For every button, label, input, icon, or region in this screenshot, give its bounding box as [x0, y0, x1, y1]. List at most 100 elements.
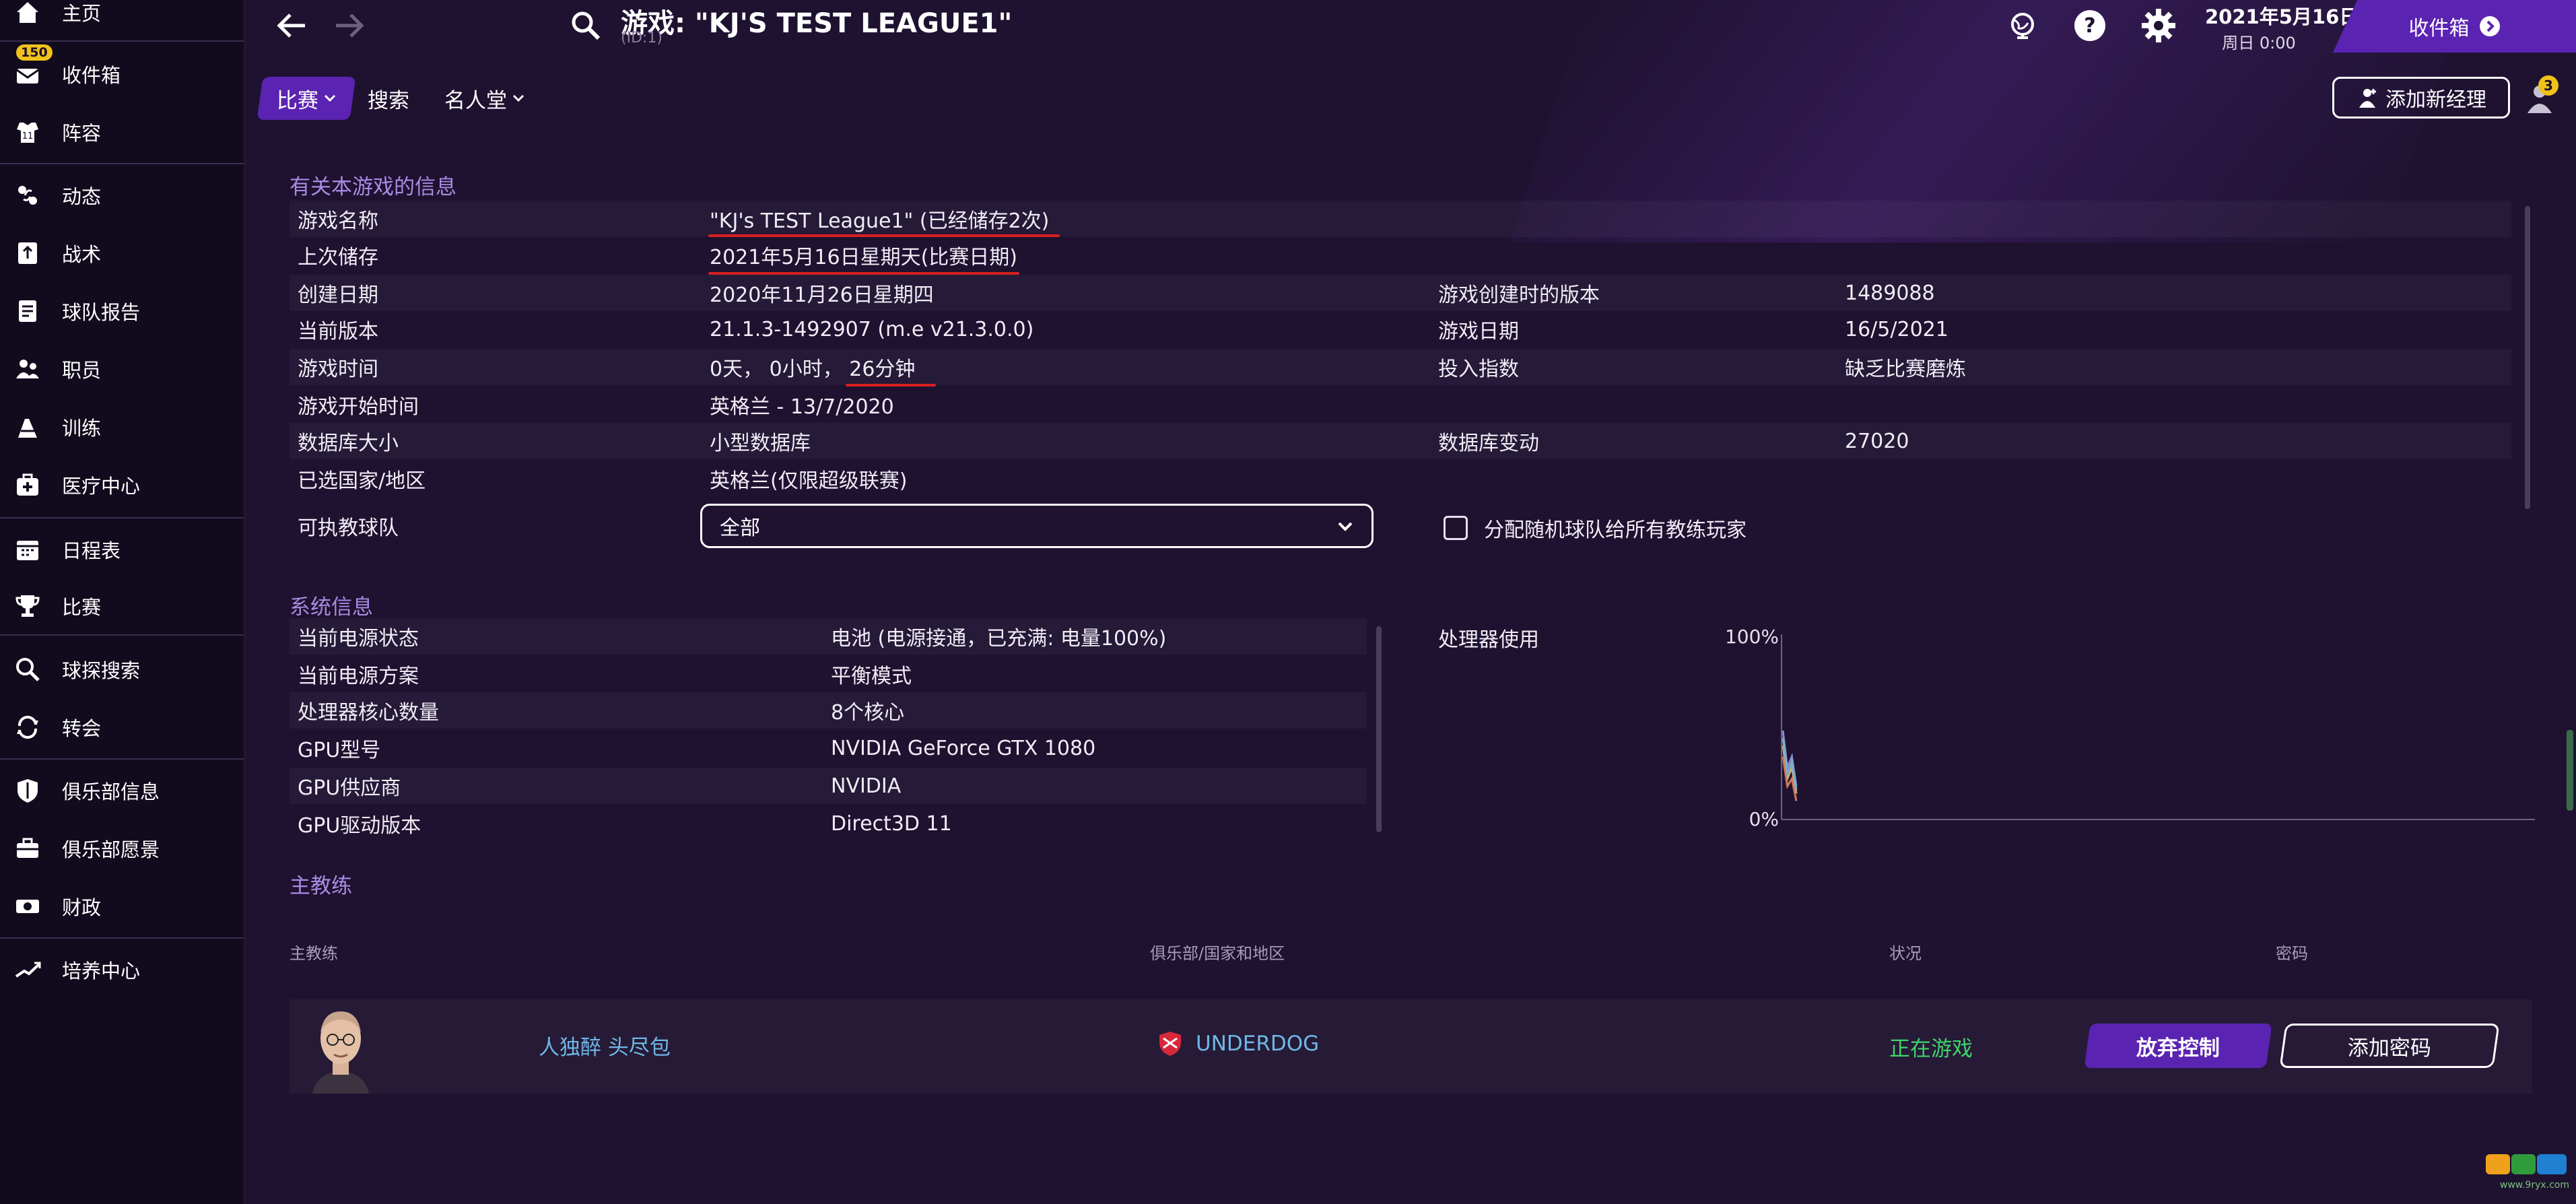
world-button[interactable]	[2002, 5, 2043, 46]
sidebar-item-development[interactable]: 培养中心	[0, 941, 244, 998]
search-icon	[572, 11, 601, 40]
sidebar-item-tactics[interactable]: 战术	[0, 225, 244, 281]
search-button[interactable]	[567, 7, 605, 44]
continue-inbox-button[interactable]: 收件箱	[2333, 0, 2576, 53]
medical-icon	[13, 471, 42, 499]
date-weekday-time: 周日 0:00	[2222, 34, 2296, 53]
sidebar-item-club-info[interactable]: 俱乐部信息	[0, 762, 244, 819]
info-row: 游戏名称 "KJ's TEST League1" (已经储存2次)	[290, 201, 2511, 237]
cpu-usage-row: 处理器使用	[1431, 620, 1701, 656]
sidebar-item-transfers[interactable]: 转会	[0, 699, 244, 756]
sidebar-divider	[0, 937, 244, 939]
sidebar-item-club-vision[interactable]: 俱乐部愿景	[0, 820, 244, 877]
assign-random-checkbox[interactable]	[1444, 516, 1468, 540]
sidebar-item-scouting[interactable]: 球探搜索	[0, 641, 244, 698]
sidebar-item-squad[interactable]: 11 阵容	[0, 104, 244, 160]
sidebar-item-dynamics[interactable]: 动态	[0, 167, 244, 224]
manager-name-link[interactable]: 人独醉 头尽包	[539, 1030, 671, 1061]
column-header-manager: 主教练	[290, 944, 338, 963]
assign-random-label: 分配随机球队给所有教练玩家	[1484, 519, 1747, 542]
release-control-button[interactable]: 放弃控制	[2084, 1024, 2272, 1068]
info-label: 数据库大小	[298, 432, 399, 455]
chevron-down-icon	[512, 94, 524, 102]
y-tick-label: 100%	[1725, 626, 1779, 648]
sidebar-item-calendar[interactable]: 日程表	[0, 521, 244, 578]
chevron-down-icon	[1338, 522, 1353, 531]
info-value: "KJ's TEST League1" (已经储存2次)	[710, 209, 1050, 233]
club-crest-icon	[1159, 1032, 1181, 1056]
sidebar-item-home[interactable]: 主页	[0, 0, 244, 40]
info-row: 创建日期 2020年11月26日星期四 游戏创建时的版本 1489088	[290, 275, 2511, 311]
back-button[interactable]	[271, 5, 311, 46]
sidebar-item-label: 培养中心	[62, 960, 141, 982]
sidebar-item-staff[interactable]: 职员	[0, 341, 244, 397]
system-label: GPU供应商	[298, 776, 401, 800]
sidebar-item-label: 转会	[62, 717, 102, 740]
sidebar-divider	[0, 758, 244, 760]
side-handle[interactable]	[2567, 730, 2573, 811]
info-label: 已选国家/地区	[298, 469, 426, 493]
arrow-left-icon	[277, 13, 305, 38]
info-row: 已选国家/地区 英格兰(仅限超级联赛)	[290, 461, 2511, 497]
globe-icon	[2011, 13, 2034, 39]
site-logo-icon	[2486, 1154, 2567, 1174]
sidebar-item-label: 训练	[62, 417, 102, 440]
column-header-status: 状况	[1889, 944, 1922, 963]
date-main: 2021年5月16日	[2205, 5, 2359, 28]
system-value: 平衡模式	[831, 665, 912, 688]
help-button[interactable]: ?	[2070, 5, 2110, 46]
scrollbar[interactable]	[1376, 626, 1382, 832]
sidebar-item-report[interactable]: 球队报告	[0, 283, 244, 339]
info-row: 上次储存 2021年5月16日星期天(比赛日期)	[290, 237, 2511, 273]
sidebar-item-inbox[interactable]: 150 收件箱	[0, 44, 244, 102]
tab-match-label: 比赛	[277, 88, 318, 113]
chevron-right-circle-icon	[2479, 16, 2500, 36]
info-value: 27020	[1845, 429, 1909, 453]
club-name-link: UNDERDOG	[1196, 1032, 1320, 1056]
info-value: 英格兰(仅限超级联赛)	[710, 469, 908, 493]
sidebar-item-training[interactable]: 训练	[0, 399, 244, 455]
system-value: 电池 (电源接通，已充满: 电量100%)	[831, 627, 1167, 650]
site-logo: www.9ryx.com	[2484, 1151, 2569, 1195]
forward-button[interactable]	[330, 5, 370, 46]
tab-match[interactable]: 比赛	[257, 77, 356, 120]
development-icon	[13, 956, 42, 984]
coach-team-row: 可执教球队	[290, 508, 667, 544]
coach-team-dropdown[interactable]: 全部	[700, 504, 1374, 548]
system-row: GPU驱动版本 Direct3D 11	[290, 805, 1367, 842]
current-date[interactable]: 2021年5月16日 周日 0:00	[2205, 1, 2359, 53]
manager-club[interactable]: UNDERDOG	[1158, 1030, 1319, 1057]
scrollbar[interactable]	[2525, 206, 2530, 509]
sidebar: 主页 150 收件箱 11 阵容 动态 战术 球队报告 职员 训练 医疗中心 日…	[0, 0, 245, 1204]
sidebar-item-label: 俱乐部愿景	[62, 838, 160, 861]
inbox-icon	[13, 60, 42, 88]
info-label: 游戏开始时间	[298, 395, 419, 419]
add-manager-button[interactable]: 添加新经理	[2332, 77, 2510, 119]
system-row: 当前电源方案 平衡模式	[290, 656, 1367, 692]
sidebar-item-label: 战术	[62, 243, 102, 266]
info-label: 当前版本	[298, 320, 378, 343]
tab-search[interactable]: 搜索	[368, 77, 409, 120]
tab-search-label: 搜索	[368, 88, 409, 113]
info-value: 21.1.3-1492907 (m.e v21.3.0.0)	[710, 317, 1034, 341]
staff-icon	[13, 355, 42, 383]
sidebar-item-competitions[interactable]: 比赛	[0, 578, 244, 634]
page-subtitle: (ID:1)	[621, 30, 663, 46]
sidebar-divider	[0, 40, 244, 42]
tab-hall-of-fame[interactable]: 名人堂	[444, 77, 524, 120]
info-value: 2021年5月16日星期天(比赛日期)	[710, 246, 1018, 269]
settings-button[interactable]	[2137, 4, 2180, 47]
sidebar-divider	[0, 517, 244, 519]
sidebar-item-medical[interactable]: 医疗中心	[0, 457, 244, 513]
system-row: 当前电源状态 电池 (电源接通，已充满: 电量100%)	[290, 618, 1367, 655]
manager-avatar[interactable]	[303, 1003, 378, 1094]
info-label: 游戏时间	[298, 358, 378, 381]
info-label: 投入指数	[1438, 358, 1519, 381]
add-password-button[interactable]: 添加密码	[2279, 1024, 2500, 1068]
system-row: GPU供应商 NVIDIA	[290, 768, 1367, 804]
sidebar-item-finances[interactable]: 财政	[0, 878, 244, 935]
sidebar-item-label: 日程表	[62, 539, 121, 562]
training-icon	[13, 413, 42, 441]
info-value: 小型数据库	[710, 432, 811, 455]
add-password-label: 添加密码	[2348, 1036, 2431, 1061]
